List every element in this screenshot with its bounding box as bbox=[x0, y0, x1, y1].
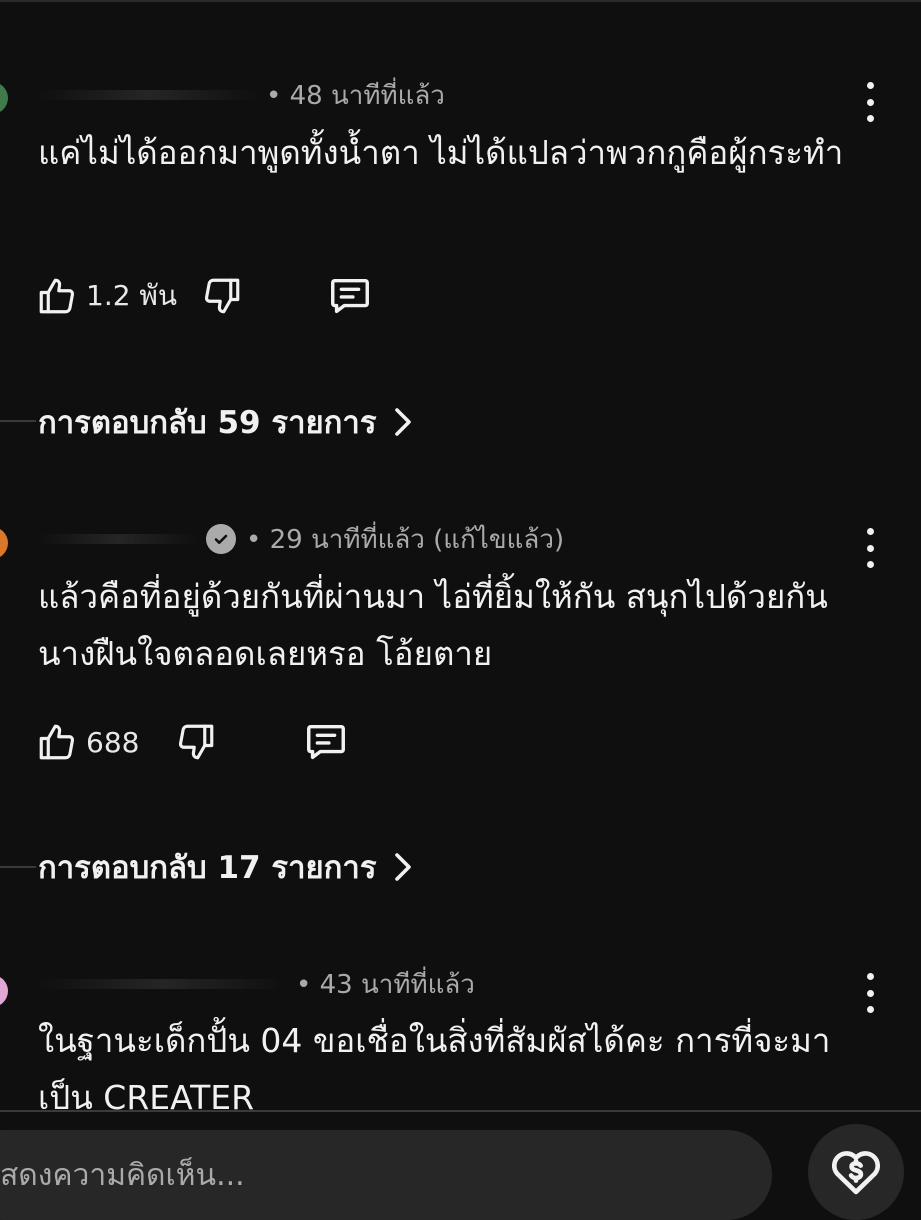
thumb-down-icon[interactable] bbox=[201, 275, 243, 317]
chevron-right-icon bbox=[392, 407, 414, 437]
comment-meta: • 29 นาทีที่แล้ว (แก้ไขแล้ว) bbox=[38, 521, 564, 557]
commenter-name-redacted bbox=[38, 90, 258, 100]
commenter-name-redacted bbox=[38, 979, 288, 989]
chevron-right-icon bbox=[392, 852, 414, 882]
thread-connector bbox=[0, 420, 36, 422]
thread-connector bbox=[0, 866, 36, 868]
commenter-avatar[interactable] bbox=[0, 527, 8, 559]
view-replies-button[interactable]: การตอบกลับ 17 รายการ bbox=[38, 845, 414, 889]
comment-text: ในฐานะเด็กปั้น 04 ขอเชื่อในสิ่งที่สัมผัส… bbox=[38, 1021, 831, 1117]
comment-time: • 29 นาทีที่แล้ว (แก้ไขแล้ว) bbox=[246, 524, 565, 555]
more-vert-icon[interactable] bbox=[857, 528, 883, 568]
comment-time: • 43 นาทีที่แล้ว bbox=[296, 969, 475, 1000]
thumb-up-icon[interactable] bbox=[36, 721, 78, 763]
bottom-divider bbox=[0, 1110, 921, 1112]
more-vert-icon[interactable] bbox=[857, 973, 883, 1013]
thumb-down-icon[interactable] bbox=[175, 721, 217, 763]
like-count: 688 bbox=[86, 725, 140, 759]
commenter-avatar[interactable] bbox=[0, 975, 8, 1007]
thumb-up-icon[interactable] bbox=[36, 275, 78, 317]
comment-actions: 1.2 พัน bbox=[36, 274, 373, 318]
replies-label: การตอบกลับ 17 รายการ bbox=[38, 850, 377, 886]
super-thanks-icon bbox=[825, 1139, 887, 1205]
comment-time: • 48 นาทีที่แล้ว bbox=[266, 80, 445, 111]
comment-meta: • 48 นาทีที่แล้ว bbox=[38, 77, 445, 113]
reply-comment-icon[interactable] bbox=[327, 273, 373, 319]
verified-check-icon bbox=[206, 524, 236, 554]
more-vert-icon[interactable] bbox=[857, 82, 883, 122]
commenter-avatar[interactable] bbox=[0, 82, 8, 114]
comment-text: แค่ไม่ได้ออกมาพูดทั้งน้ำตา ไม่ได้แปลว่าพ… bbox=[38, 133, 844, 172]
top-divider bbox=[0, 0, 921, 2]
commenter-name-redacted bbox=[38, 534, 198, 544]
reply-comment-icon[interactable] bbox=[303, 719, 349, 765]
comment-input-placeholder: สดงความคิดเห็น... bbox=[0, 1157, 245, 1193]
comment-text: แล้วคือที่อยู่ด้วยกันที่ผ่านมา ไอ่ที่ยิ้… bbox=[38, 577, 828, 673]
replies-label: การตอบกลับ 59 รายการ bbox=[38, 405, 377, 441]
comment-meta: • 43 นาทีที่แล้ว bbox=[38, 966, 475, 1002]
add-comment-input[interactable]: สดงความคิดเห็น... bbox=[0, 1130, 772, 1220]
view-replies-button[interactable]: การตอบกลับ 59 รายการ bbox=[38, 400, 414, 444]
comment-actions: 688 bbox=[36, 720, 349, 764]
super-thanks-button[interactable] bbox=[808, 1124, 904, 1220]
like-count: 1.2 พัน bbox=[86, 279, 178, 312]
